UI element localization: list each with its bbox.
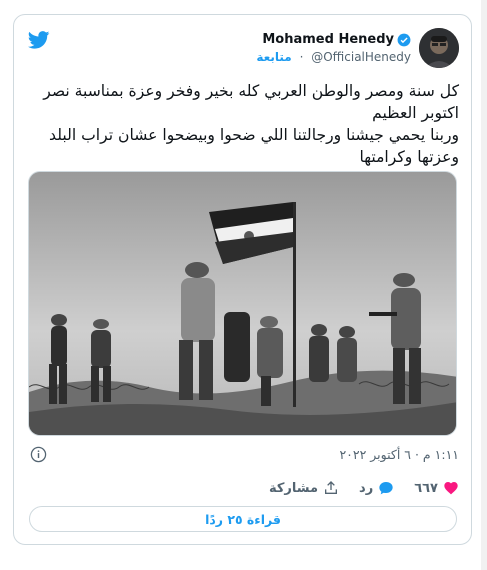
reply-button[interactable]: رد (359, 480, 394, 496)
heart-icon (444, 482, 458, 495)
share-upload-icon (325, 481, 338, 494)
author-handle[interactable]: @OfficialHenedy (311, 50, 411, 64)
tweet-text: كل سنة ومصر والوطن العربي كله بخير وفخر … (43, 82, 459, 166)
read-replies-button[interactable]: قراءة ٢٥ ردًا (29, 506, 457, 532)
tweet-timestamp[interactable]: ١:١١ م · ٦ أكتوبر ٢٠٢٢ (339, 447, 459, 462)
share-button[interactable]: مشاركة (269, 480, 339, 496)
twitter-bird-icon[interactable] (28, 31, 50, 49)
share-label: مشاركة (268, 480, 319, 496)
avatar[interactable] (419, 28, 459, 68)
scrollbar[interactable] (481, 0, 487, 570)
author-name[interactable]: Mohamed Henedy (262, 32, 394, 47)
like-button[interactable]: ٦٦٧ (414, 480, 459, 496)
verified-badge-icon (397, 33, 411, 46)
author-block: Mohamed Henedy @OfficialHenedy · متابعة (256, 32, 411, 64)
action-bar: ٦٦٧ رد مشاركة (249, 480, 459, 496)
tweet-photo[interactable] (28, 171, 457, 436)
like-count: ٦٦٧ (414, 480, 438, 496)
separator-dot: · (299, 50, 304, 64)
soldiers-flag-photo (29, 172, 456, 435)
follow-link[interactable]: متابعة (256, 50, 291, 64)
info-icon[interactable] (30, 446, 47, 463)
speech-bubble-icon (379, 482, 393, 495)
reply-label: رد (359, 480, 374, 496)
tweet-header: Mohamed Henedy @OfficialHenedy · متابعة (256, 27, 459, 69)
